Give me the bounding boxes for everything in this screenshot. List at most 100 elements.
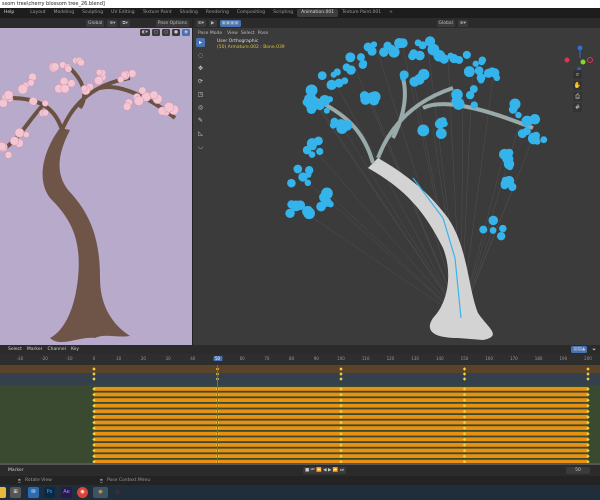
after-effects-icon[interactable]: Ae — [61, 487, 72, 498]
leaf-bone — [489, 216, 496, 224]
ruler-tick: 60 — [239, 356, 245, 361]
zoom-icon[interactable]: ⌕ — [573, 70, 582, 79]
add-workspace-button[interactable]: + — [385, 9, 397, 17]
leaf-bone — [417, 124, 430, 137]
chrome-icon[interactable]: ◉ — [77, 487, 88, 498]
pan-hand-icon[interactable]: ✋ — [573, 81, 582, 90]
ruler-tick: 30 — [165, 356, 171, 361]
marker-menu-dope[interactable]: Marker — [27, 347, 43, 352]
help-menu[interactable]: Help — [0, 9, 18, 17]
tab-shading[interactable]: Shading — [176, 9, 202, 17]
tab-uv-editing[interactable]: UV Editing — [107, 9, 138, 17]
tab-sculpting[interactable]: Sculpting — [78, 9, 107, 17]
leaf-bone — [326, 96, 334, 103]
blossom — [41, 100, 49, 107]
tab-layout[interactable]: Layout — [26, 9, 49, 17]
leaf-bone — [527, 132, 540, 145]
filter-icons[interactable]: ▤▤▲ — [571, 346, 588, 353]
overlay-icon[interactable]: ◐▾ — [139, 29, 150, 36]
photoshop-icon[interactable]: Ps — [44, 487, 55, 498]
workspace-tabs: Help Layout Modeling Sculpting UV Editin… — [0, 8, 600, 18]
leaf-bone — [358, 60, 367, 69]
leaf-bone — [346, 65, 356, 75]
ruler-tick: 200 — [584, 356, 592, 361]
blossom — [80, 85, 88, 92]
ruler-tick: 80 — [289, 356, 295, 361]
playback-controls[interactable]: ■ ⏮ ⏪ ◀ ▶ ⏩ ⏭ — [302, 467, 346, 474]
dope-sheet[interactable]: Select Marker Channel Key ▤▤▲ ⏷ -30 -20 -1… — [0, 345, 600, 465]
ruler-tick: 110 — [361, 356, 370, 361]
ruler-tick: 130 — [411, 356, 419, 361]
leaf-bone — [504, 156, 511, 163]
status-bar: 🖱 Rotate View 🖱 Pose Context Menu — [0, 476, 600, 485]
channel-menu[interactable]: Channel — [47, 347, 65, 352]
tab-compositing[interactable]: Compositing — [233, 9, 269, 17]
rendered-viewport[interactable]: Global ⊕▾ ⧉▾ Pose Options ◐▾ ▢ ○ ● ◉ — [0, 18, 192, 350]
window-title: ssom tree\cherry blossom tree_26.blend] — [0, 0, 600, 8]
wireframe-shading-icon[interactable]: ○ — [162, 29, 171, 36]
leaf-bone — [517, 129, 527, 139]
tab-animation-001[interactable]: Animation.001 — [297, 9, 339, 17]
left-viewport-header: Global ⊕▾ ⧉▾ Pose Options — [0, 18, 192, 28]
select-menu-dope[interactable]: Select — [8, 347, 22, 352]
ruler-tick: -10 — [66, 356, 73, 361]
blossom — [3, 90, 14, 100]
blossom — [149, 90, 159, 100]
mail-icon[interactable]: ✉ — [28, 487, 39, 498]
leaf-bone — [499, 224, 507, 233]
snap-icon[interactable]: ⧉▾ — [120, 19, 130, 27]
cherry-tree-render — [0, 56, 179, 343]
current-frame-field[interactable]: 50 — [566, 467, 590, 474]
pose-options-dropdown[interactable]: Pose Options — [155, 19, 189, 27]
tab-rendering[interactable]: Rendering — [202, 9, 233, 17]
gizmo-x-axis[interactable] — [587, 57, 593, 63]
app-icon[interactable]: ◌ — [112, 487, 123, 498]
camera-icon[interactable]: ⎙ — [573, 92, 582, 101]
object-row — [0, 373, 600, 385]
tab-texture-paint-001[interactable]: Texture Paint.001 — [338, 9, 385, 17]
leaf-bone — [470, 101, 478, 109]
store-icon[interactable]: ⊞ — [10, 487, 21, 498]
leaf-bone — [413, 74, 425, 85]
grid-icon[interactable]: # — [573, 103, 582, 112]
3d-viewport[interactable]: ⊞▾ ▶ ▣▣▣▣ Global ⊕▾ Pose Mode View Selec… — [193, 18, 600, 345]
file-explorer-icon[interactable] — [0, 487, 6, 498]
blossom — [64, 65, 73, 73]
blossom — [4, 151, 13, 159]
marker-menu[interactable]: Marker — [0, 468, 24, 473]
keyframe-tracks[interactable] — [0, 365, 600, 465]
trunk — [42, 128, 130, 343]
ruler-tick: 180 — [534, 356, 543, 361]
ruler-tick: 50 — [212, 356, 223, 361]
ruler-tick: 120 — [386, 356, 395, 361]
leaf-bone — [478, 56, 487, 64]
status-pose-context: Pose Context Menu — [107, 478, 151, 483]
orientation-dropdown[interactable]: Global — [86, 19, 105, 27]
leaf-bone — [330, 71, 337, 78]
filter-funnel-icon[interactable]: ⏷ — [592, 347, 600, 353]
tab-scripting[interactable]: Scripting — [269, 9, 297, 17]
summary-row — [0, 365, 600, 373]
leaf-bone — [469, 85, 478, 93]
gizmo-y-axis[interactable] — [580, 59, 586, 65]
leaf-bone — [436, 118, 444, 125]
key-menu[interactable]: Key — [71, 347, 79, 352]
tab-texture-paint[interactable]: Texture Paint — [139, 9, 176, 17]
frame-ruler[interactable]: -30 -20 -10 0 10 20 30 40 50 60 70 80 90 100 110 120 130… — [0, 354, 600, 365]
trunk-mesh — [368, 158, 493, 340]
mouse-right-icon: 🖱 — [100, 479, 103, 484]
blossom — [117, 75, 125, 83]
tab-modeling[interactable]: Modeling — [50, 9, 78, 17]
blossom — [133, 95, 144, 106]
ruler-tick: 100 — [337, 356, 345, 361]
solid-shading-icon[interactable]: ● — [172, 29, 181, 36]
pivot-icon[interactable]: ⊕▾ — [107, 19, 118, 27]
blender-icon[interactable]: ◉ — [93, 487, 108, 498]
blossom — [77, 58, 85, 67]
gizmo-x-neg[interactable] — [564, 57, 570, 63]
rendered-shading-icon[interactable]: ◉ — [182, 29, 190, 36]
ruler-tick: 160 — [485, 356, 494, 361]
xray-icon[interactable]: ▢ — [151, 29, 161, 36]
leaf-bone — [314, 136, 323, 146]
leaf-bone — [477, 76, 485, 84]
